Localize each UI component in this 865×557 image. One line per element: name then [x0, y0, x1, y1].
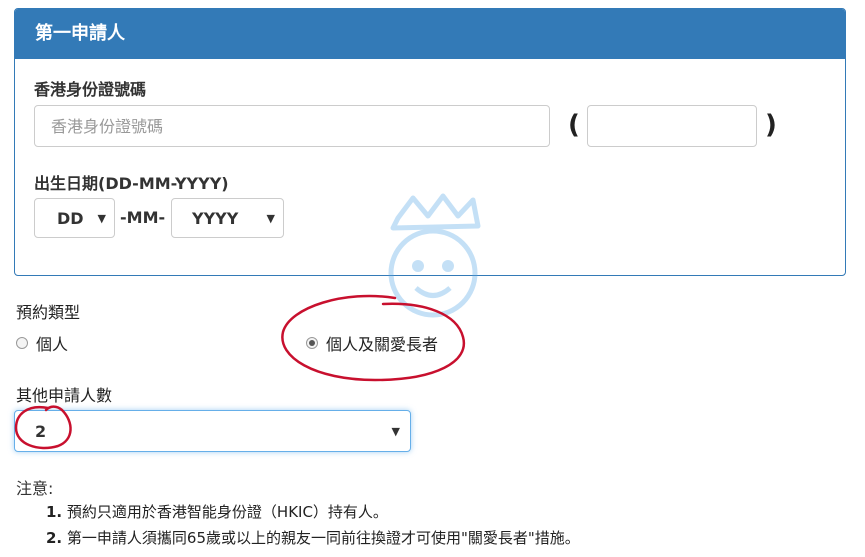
radio-circle-icon	[16, 337, 28, 349]
other-applicants-value: 2	[35, 421, 47, 441]
dob-month-label: -MM-	[120, 208, 166, 227]
chevron-down-icon: ▼	[97, 211, 106, 225]
hkid-input[interactable]	[34, 105, 550, 147]
note-number: 2.	[46, 529, 63, 547]
panel-title: 第一申請人	[15, 9, 845, 59]
other-applicants-select[interactable]: 2 ▼	[14, 410, 411, 452]
hkid-open-paren: (	[568, 110, 580, 140]
note-item: 1. 預約只適用於香港智能身份證（HKIC）持有人。	[46, 501, 388, 522]
appointment-type-label: 預約類型	[16, 303, 81, 322]
note-text: 第一申請人須攜同65歲或以上的親友一同前往換證才可使用"關愛長者"措施。	[66, 529, 580, 547]
dob-day-select[interactable]: DD ▼	[34, 198, 115, 238]
dob-year-select[interactable]: YYYY ▼	[171, 198, 284, 238]
note-item: 2. 第一申請人須攜同65歲或以上的親友一同前往換證才可使用"關愛長者"措施。	[46, 527, 580, 548]
watermark-logo-icon	[388, 193, 481, 318]
note-text: 預約只適用於香港智能身份證（HKIC）持有人。	[66, 503, 388, 521]
hkid-close-paren: )	[765, 110, 777, 140]
other-applicants-label: 其他申請人數	[16, 386, 113, 405]
radio-individual-label: 個人	[36, 335, 69, 354]
radio-selected-icon	[306, 337, 318, 349]
hkid-label: 香港身份證號碼	[34, 80, 147, 99]
chevron-down-icon: ▼	[391, 424, 400, 438]
hkid-check-digit-input[interactable]	[587, 105, 757, 147]
dob-year-value: YYYY	[192, 208, 239, 228]
radio-individual[interactable]: 個人	[16, 331, 68, 355]
dob-label: 出生日期(DD-MM-YYYY)	[34, 174, 229, 193]
chevron-down-icon: ▼	[266, 211, 275, 225]
notes-title: 注意:	[16, 479, 54, 498]
dob-day-value: DD	[57, 208, 84, 228]
note-number: 1.	[46, 503, 63, 521]
